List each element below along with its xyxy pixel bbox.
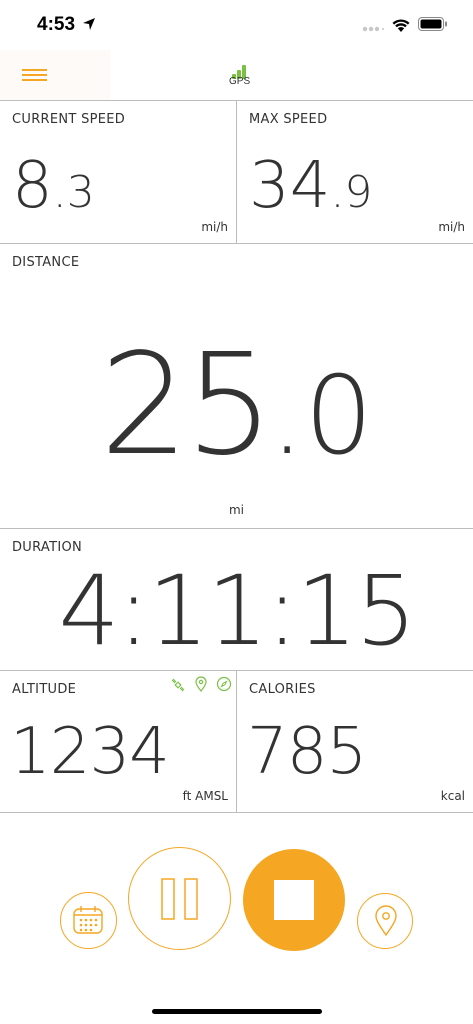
distance-label: DISTANCE [12, 255, 80, 270]
duration-label: DURATION [12, 540, 83, 555]
altitude-cell: ALTITUDE 1234 ft AMSL [0, 671, 236, 813]
home-indicator[interactable] [152, 1009, 322, 1014]
location-arrow-icon [83, 18, 95, 30]
calories-cell: CALORIES 785 kcal [237, 671, 473, 813]
location-pin-icon [375, 905, 397, 937]
status-bar: 4:53 [0, 0, 473, 50]
wifi-icon [392, 19, 410, 32]
max-speed-unit: mi/h [438, 220, 465, 234]
current-speed-cell: CURRENT SPEED 8.3 mi/h [0, 101, 236, 244]
distance-value: 25.0 [99, 324, 374, 487]
menu-button[interactable] [0, 50, 110, 100]
stop-button[interactable] [243, 849, 345, 951]
altitude-unit: ft AMSL [182, 789, 228, 803]
calories-unit: kcal [440, 789, 465, 803]
duration-value: 4:11:15 [58, 555, 416, 667]
max-speed-label: MAX SPEED [249, 112, 328, 127]
location-button[interactable] [357, 893, 413, 949]
pause-button[interactable] [128, 847, 231, 950]
pause-icon [161, 878, 198, 920]
current-speed-unit: mi/h [201, 220, 228, 234]
stop-icon [274, 880, 314, 920]
gps-label: GPS [229, 76, 251, 87]
duration-cell: DURATION 4:11:15 [0, 529, 473, 671]
compass-icon [216, 676, 232, 692]
calendar-icon [73, 906, 103, 934]
distance-unit: mi [228, 503, 245, 517]
battery-icon [418, 17, 447, 31]
map-pin-icon [195, 676, 207, 692]
altitude-label: ALTITUDE [12, 682, 77, 697]
max-speed-cell: MAX SPEED 34.9 mi/h [237, 101, 473, 244]
current-speed-label: CURRENT SPEED [12, 112, 126, 127]
signal-icon [362, 26, 384, 32]
max-speed-value: 34.9 [249, 149, 373, 223]
altitude-value: 1234 [10, 715, 170, 789]
calendar-button[interactable] [60, 892, 117, 949]
controls [0, 813, 473, 1024]
satellite-icon [171, 678, 185, 692]
current-speed-value: 8.3 [12, 149, 95, 223]
calories-label: CALORIES [249, 682, 316, 697]
status-time: 4:53 [37, 14, 76, 35]
distance-cell: DISTANCE 25.0 mi [0, 244, 473, 529]
calories-value: 785 [247, 715, 367, 789]
